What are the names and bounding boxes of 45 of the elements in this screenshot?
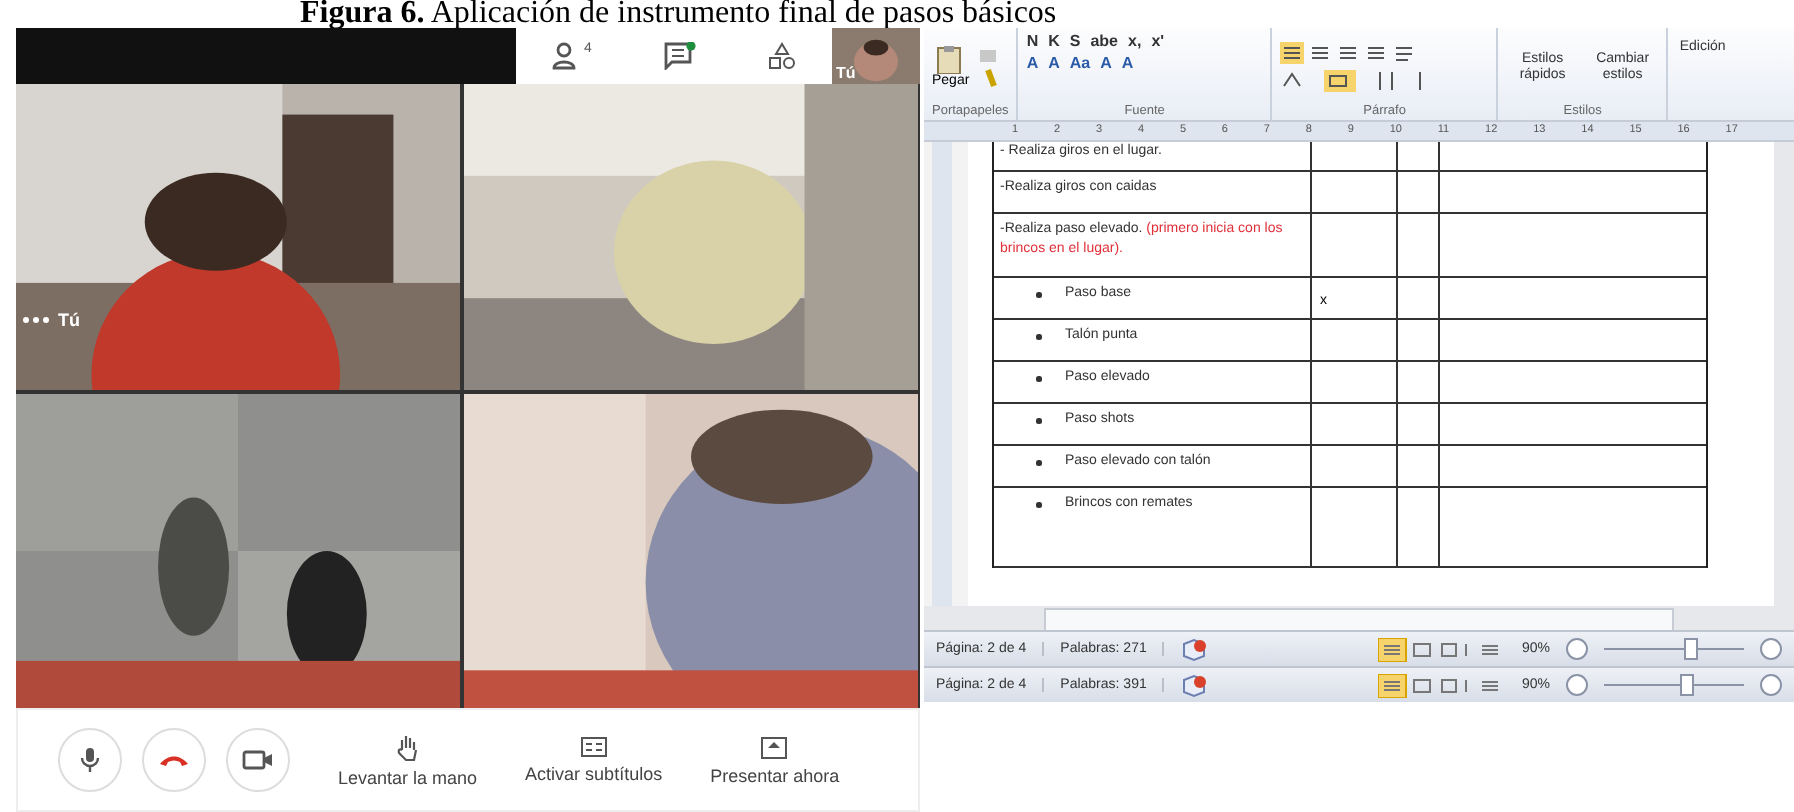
microphone-icon [80, 746, 100, 774]
bullet-icon [1036, 418, 1041, 423]
microphone-button[interactable] [58, 728, 122, 792]
participant-name: Tú [58, 310, 80, 330]
shapes-icon [767, 42, 796, 70]
more-icon[interactable] [22, 316, 50, 324]
phone-icon [158, 752, 190, 768]
font-format-button[interactable]: A [1048, 54, 1060, 72]
figure-caption: Figura 6. Aplicación de instrumento final de pasos básicos [298, 0, 1059, 28]
meeting-action-button[interactable]: Levantar la mano [338, 733, 478, 787]
horizontal-scrollbar[interactable] [924, 606, 1794, 630]
camera-button[interactable] [226, 728, 290, 792]
font-format-button[interactable]: Aa [1069, 54, 1091, 72]
bullet-icon [1036, 292, 1041, 297]
bullet-icon [1036, 460, 1041, 465]
bullet-icon [1036, 376, 1041, 381]
zoom-in-button[interactable] [1760, 674, 1782, 696]
bullet-icon [1036, 334, 1041, 339]
vertical-scrollbar[interactable] [1774, 142, 1794, 606]
zoom-out-button[interactable] [1566, 674, 1588, 696]
meeting-action-button[interactable]: Presentar ahora [710, 735, 840, 785]
font-format-button[interactable]: A [1100, 54, 1112, 72]
format-painter-icon[interactable] [977, 45, 998, 89]
font-format-button[interactable]: A [1121, 54, 1134, 72]
font-format-button[interactable]: x' [1151, 32, 1165, 50]
captions-icon [579, 736, 608, 758]
participant-count: 4 [584, 42, 592, 56]
font-format-button[interactable]: A [1026, 54, 1039, 72]
hand-icon [395, 733, 420, 761]
font-format-button[interactable]: abe [1090, 32, 1119, 50]
font-format-button[interactable]: x, [1128, 32, 1142, 50]
bullet-icon [1036, 502, 1041, 507]
proofing-icon[interactable] [1180, 637, 1209, 661]
camera-icon [242, 748, 274, 772]
meeting-action-button[interactable]: Activar subtítulos [525, 736, 663, 784]
zoom-in-button[interactable] [1760, 638, 1782, 660]
font-format-button[interactable]: N [1026, 32, 1039, 50]
hang-up-button[interactable] [142, 728, 206, 792]
font-format-button[interactable]: S [1069, 32, 1081, 50]
present-screen-icon [760, 735, 789, 759]
chat-icon [663, 42, 696, 70]
proofing-icon[interactable] [1180, 673, 1209, 697]
toolbar-button[interactable]: 4 [540, 38, 604, 74]
zoom-out-button[interactable] [1566, 638, 1588, 660]
font-format-button[interactable]: K [1048, 32, 1060, 50]
